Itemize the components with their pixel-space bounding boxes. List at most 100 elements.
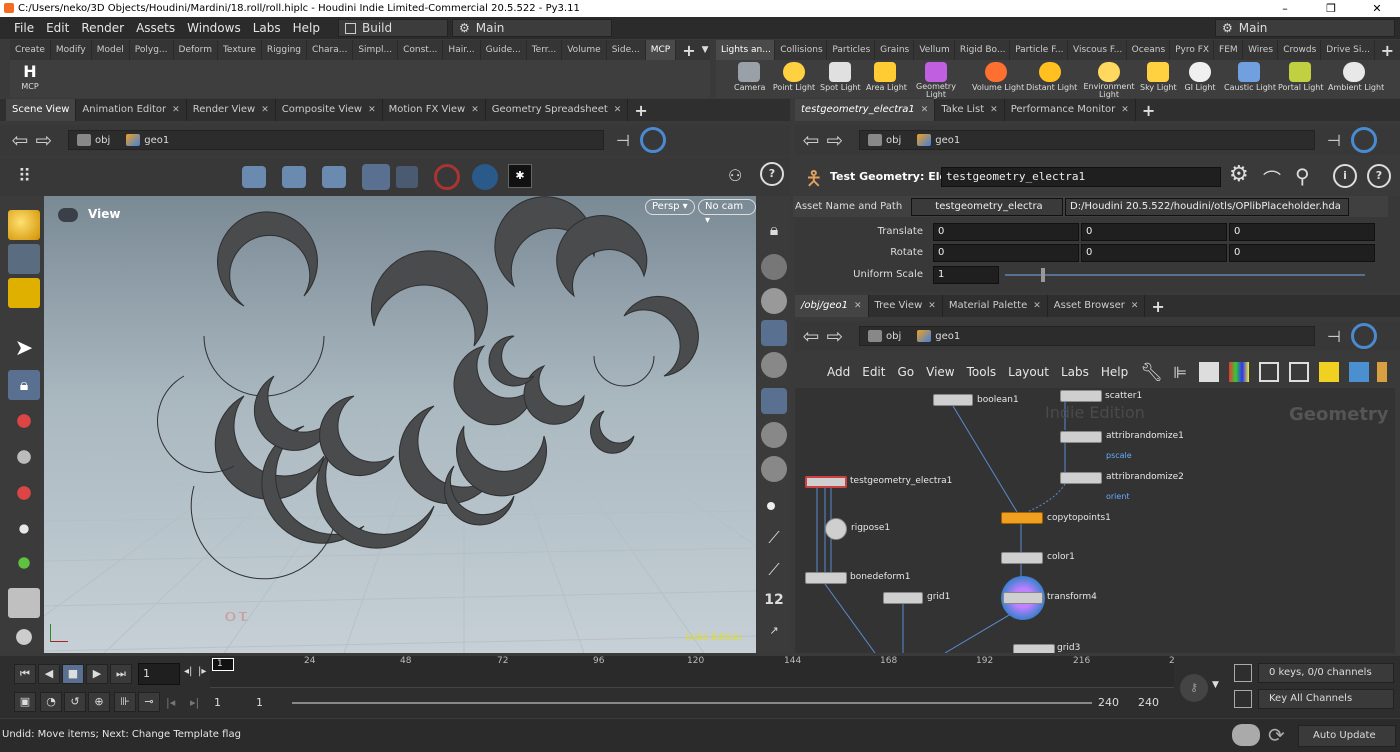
shelf-tool-ambient-light[interactable]: Ambient Light <box>1328 62 1384 92</box>
forward-arrow-icon[interactable]: ⇨ <box>32 128 56 152</box>
pin-icon[interactable]: ⊣ <box>1327 327 1341 346</box>
info-icon[interactable]: i <box>1333 164 1357 188</box>
shelf-tab-collisions[interactable]: Collisions <box>775 40 828 60</box>
step-back-icon[interactable]: ◂| <box>184 666 192 677</box>
node-attribrandomize2[interactable] <box>1060 472 1102 484</box>
rotate-z-field[interactable]: 0 <box>1229 243 1375 262</box>
lock-camera-icon[interactable]: 🔒︎ <box>761 220 787 246</box>
close-icon[interactable]: ✕ <box>172 105 180 115</box>
loop-button[interactable]: ↺ <box>64 692 86 712</box>
shelf-tab-particles[interactable]: Particles <box>827 40 876 60</box>
menu-file[interactable]: File <box>8 21 40 35</box>
add-shelf-tab-icon[interactable]: + <box>676 41 701 60</box>
help-icon[interactable]: ? <box>1367 164 1391 188</box>
handle-tool-icon[interactable] <box>8 514 40 544</box>
channel-icon[interactable] <box>1234 664 1252 682</box>
node-scatter1[interactable] <box>1060 390 1102 402</box>
list-icon[interactable] <box>1199 362 1220 382</box>
display-options-icon[interactable] <box>761 288 787 314</box>
shelf-tab-oceans[interactable]: Oceans <box>1127 40 1171 60</box>
display-number-icon[interactable]: 12 <box>761 592 787 618</box>
pipette-icon[interactable]: ⟋ <box>761 560 787 586</box>
sphere-tool-icon[interactable] <box>8 210 40 240</box>
shelf-tab-simple[interactable]: Simpl... <box>353 40 399 60</box>
keyframe-options-button[interactable]: ⊪ <box>114 692 136 712</box>
shelf-tab-fem[interactable]: FEM <box>1214 40 1244 60</box>
start-frame-field-2[interactable]: 1 <box>252 693 292 713</box>
normal-display-icon[interactable]: ↗ <box>761 624 787 650</box>
path-obj[interactable]: obj <box>860 330 909 342</box>
shelf-tab-constraints[interactable]: Const... <box>398 40 444 60</box>
path-bar[interactable]: obj geo1 <box>859 130 1315 150</box>
path-bar[interactable]: obj geo1 <box>859 326 1315 346</box>
close-icon[interactable]: ✕ <box>1131 301 1139 311</box>
scale-tool-icon[interactable] <box>8 478 40 508</box>
camera-mode-icon[interactable] <box>362 164 390 190</box>
tab-network[interactable]: /obj/geo1 ✕ <box>795 295 869 317</box>
link-icon[interactable] <box>1350 127 1377 153</box>
shelf-tab-particle-fluids[interactable]: Particle F... <box>1010 40 1069 60</box>
node-transform4[interactable] <box>1003 592 1043 604</box>
playhead[interactable]: 1 <box>212 658 234 671</box>
current-frame-field[interactable]: 1 <box>138 663 180 685</box>
node-grid3[interactable] <box>1013 644 1055 653</box>
jump-to-start-button[interactable]: ⏮ <box>14 664 36 684</box>
link-icon[interactable] <box>1350 323 1377 349</box>
tab-animation-editor[interactable]: Animation Editor ✕ <box>76 99 187 121</box>
next-key-icon[interactable]: ▸| <box>190 696 199 709</box>
menu-windows[interactable]: Windows <box>181 21 247 35</box>
close-icon[interactable]: ✕ <box>471 105 479 115</box>
shelf-tool-gi-light[interactable]: GI Light <box>1184 62 1216 92</box>
shelf-tab-terrain[interactable]: Terr... <box>527 40 563 60</box>
shelf-tab-pyro[interactable]: Pyro FX <box>1170 40 1215 60</box>
add-tab-icon[interactable]: + <box>628 101 653 120</box>
flipbook-icon[interactable]: ✱ <box>508 164 532 188</box>
back-arrow-icon[interactable]: ⇦ <box>799 324 823 348</box>
shelf-tool-caustic-light[interactable]: Caustic Light <box>1224 62 1276 92</box>
network-menu-go[interactable]: Go <box>891 365 920 379</box>
view-tool-icon[interactable] <box>8 622 40 652</box>
shelf-tab-characters[interactable]: Chara... <box>307 40 354 60</box>
graph-icon[interactable] <box>1234 690 1252 708</box>
tab-material-palette[interactable]: Material Palette ✕ <box>943 295 1048 317</box>
key-icon[interactable]: ⚷ <box>1180 674 1208 702</box>
shelf-tab-create[interactable]: Create <box>10 40 51 60</box>
more-icon[interactable] <box>1377 362 1388 382</box>
path-obj[interactable]: obj <box>860 134 909 146</box>
no-entry-icon[interactable] <box>434 164 460 190</box>
add-tab-icon[interactable]: + <box>1136 101 1161 120</box>
pose-tool-icon[interactable] <box>8 548 40 578</box>
close-icon[interactable]: ✕ <box>614 105 622 115</box>
shelf-tool-distant-light[interactable]: Distant Light <box>1026 62 1077 92</box>
right-desktop-selector[interactable]: ⚙ Main <box>1215 19 1395 37</box>
persp-menu[interactable]: Persp ▾ <box>645 199 695 215</box>
refresh-icon[interactable]: ⟳ <box>1268 723 1285 747</box>
translate-x-field[interactable]: 0 <box>933 222 1079 241</box>
close-icon[interactable]: ✕ <box>928 301 936 311</box>
box-tool-icon[interactable] <box>8 244 40 274</box>
tab-render-view[interactable]: Render View ✕ <box>187 99 276 121</box>
lock-icon[interactable]: 🔒︎ <box>8 370 40 400</box>
viewer-layout-icon[interactable]: ⚇ <box>728 166 742 185</box>
path-obj[interactable]: obj <box>69 134 118 146</box>
network-menu-labs[interactable]: Labs <box>1055 365 1095 379</box>
network-menu-view[interactable]: View <box>920 365 960 379</box>
move-tool-icon[interactable] <box>8 406 40 436</box>
headlight-icon[interactable] <box>761 352 787 378</box>
path-geo1[interactable]: geo1 <box>118 134 177 146</box>
visibility-icon[interactable] <box>761 422 787 448</box>
end-frame-field-2[interactable]: 240 <box>1134 693 1174 713</box>
global-animation-button[interactable]: ⊕ <box>88 692 110 712</box>
asset-name-select[interactable]: testgeometry_electra <box>911 197 1063 216</box>
jump-to-end-button[interactable]: ⏭ <box>110 664 132 684</box>
realtime-toggle-button[interactable]: ▣ <box>14 692 36 712</box>
render-region-icon[interactable] <box>472 164 498 190</box>
tab-composite-view[interactable]: Composite View ✕ <box>276 99 383 121</box>
camera-menu[interactable]: No cam ▾ <box>698 199 756 226</box>
key-all-channels-select[interactable]: Key All Channels <box>1258 689 1394 709</box>
grid-menu-icon[interactable]: ⠿ <box>18 166 31 187</box>
menu-labs[interactable]: Labs <box>247 21 287 35</box>
tree-icon[interactable]: ⊫ <box>1173 363 1187 382</box>
network-menu-help[interactable]: Help <box>1095 365 1134 379</box>
shelf-tab-volume[interactable]: Volume <box>562 40 607 60</box>
